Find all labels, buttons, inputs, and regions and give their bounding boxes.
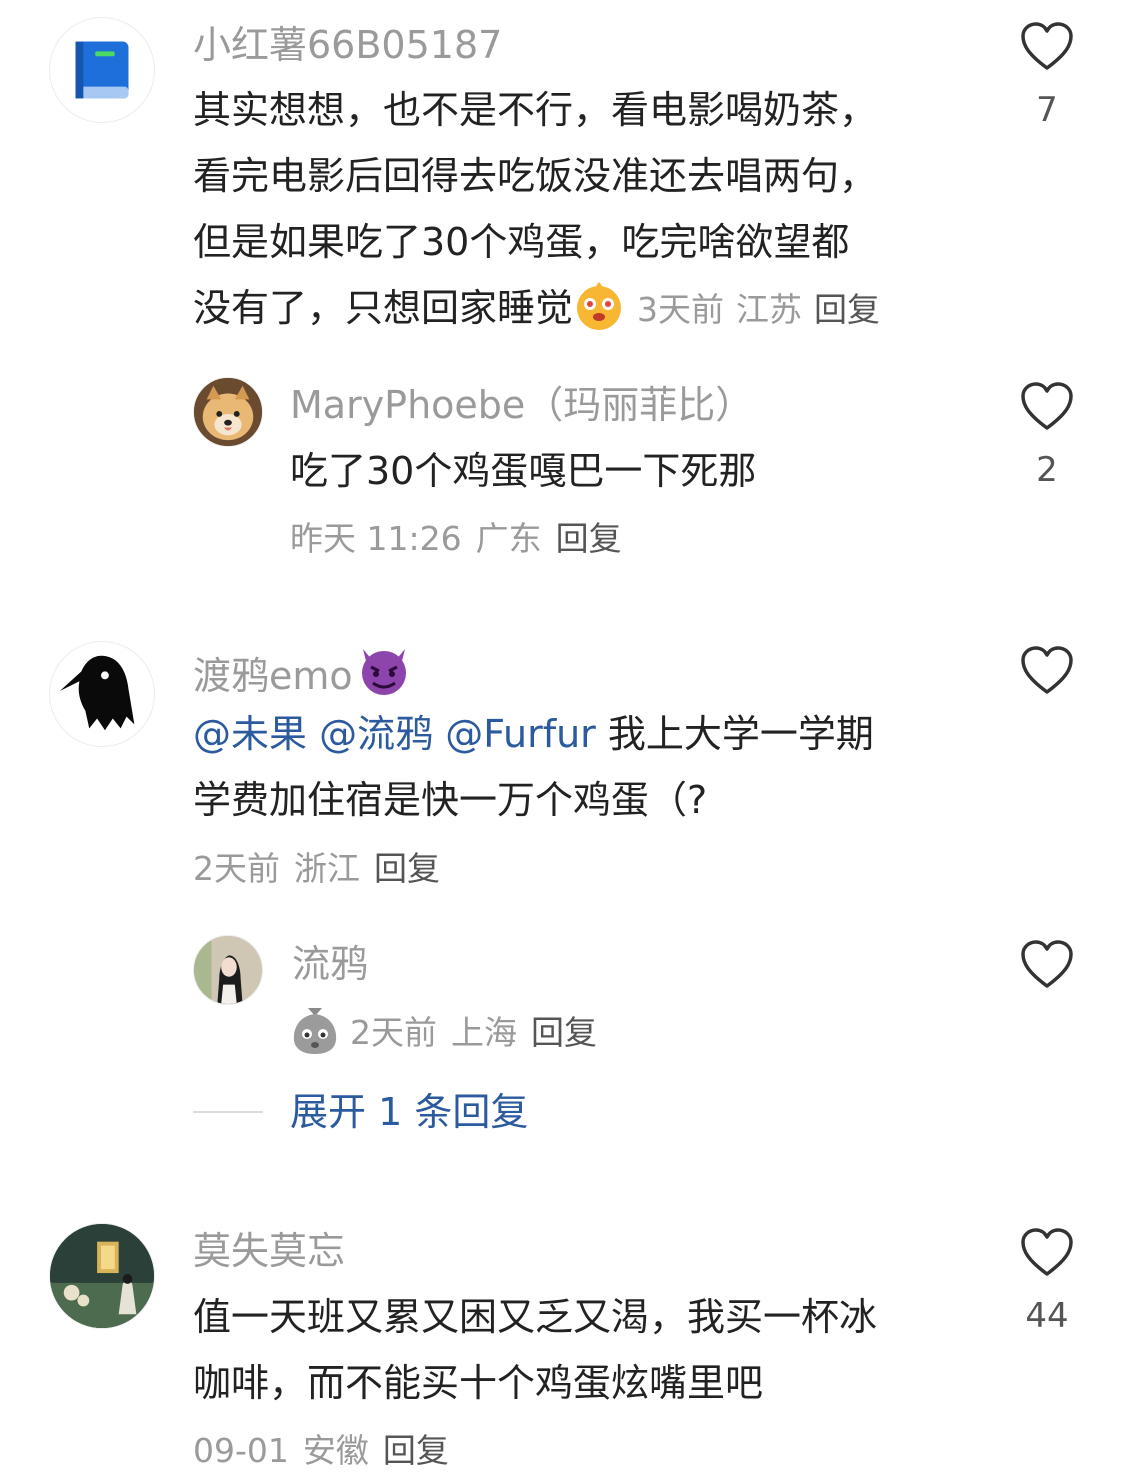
like-button[interactable] (1019, 1228, 1075, 1278)
crying-bag-emoji (290, 1004, 340, 1071)
dog-avatar-icon (194, 378, 262, 446)
comment-meta: 2天前 上海 回复 (290, 1004, 597, 1071)
reply-button[interactable]: 回复 (814, 290, 880, 329)
like-count: 2 (1036, 450, 1058, 490)
username[interactable]: 流鸦 (292, 940, 368, 988)
like-button[interactable] (1019, 940, 1075, 990)
comment-meta: 09-01 安徽 回复 (193, 1431, 449, 1470)
mention-link[interactable]: @未果 (193, 712, 307, 756)
like-count: 7 (1036, 90, 1058, 130)
mention-link[interactable]: @Furfur (445, 712, 596, 756)
book-icon (75, 41, 129, 99)
avatar[interactable] (49, 641, 155, 747)
heart-icon (1021, 1228, 1073, 1276)
like-count: 44 (1025, 1296, 1069, 1336)
comment-text: @未果 @流鸦 @Furfur 我上大学一学期 学费加住宿是快一万个鸡蛋（? (193, 712, 874, 822)
avatar[interactable] (49, 17, 155, 123)
username[interactable]: MaryPhoebe（玛丽菲比） (290, 381, 753, 429)
like-button[interactable] (1019, 646, 1075, 696)
devil-face-emoji (357, 645, 411, 708)
reply-button[interactable]: 回复 (531, 1013, 597, 1052)
expand-replies-button[interactable]: 展开 1 条回复 (290, 1088, 528, 1136)
comment-meta: 昨天 11:26 广东 回复 (290, 519, 622, 558)
heart-icon (1021, 646, 1073, 694)
comment-meta: 3天前 江苏 回复 (637, 290, 881, 329)
heart-icon (1021, 940, 1073, 988)
reply-button[interactable]: 回复 (556, 519, 622, 558)
avatar[interactable] (49, 1223, 155, 1329)
comment-text: 值一天班又累又困又乏又渴，我买一杯冰 咖啡，而不能买十个鸡蛋炫嘴里吧 (193, 1295, 878, 1405)
heart-icon (1021, 382, 1073, 430)
avatar[interactable] (193, 935, 263, 1005)
comment-text: 吃了30个鸡蛋嘎巴一下死那 (290, 449, 757, 493)
avatar[interactable] (193, 377, 263, 447)
dizzy-face-emoji (573, 279, 625, 351)
scenery-avatar-icon (50, 1224, 154, 1328)
heart-icon (1021, 22, 1073, 70)
crow-ghost-icon (59, 655, 135, 731)
reply-button[interactable]: 回复 (383, 1431, 449, 1470)
mention-link[interactable]: @流鸦 (319, 712, 433, 756)
reply-button[interactable]: 回复 (374, 849, 440, 888)
username[interactable]: 小红薯66B05187 (193, 21, 502, 69)
expand-divider (193, 1111, 263, 1113)
comment-meta: 2天前 浙江 回复 (193, 849, 440, 888)
username[interactable]: 渡鸦emo (193, 645, 411, 708)
girl-avatar-icon (194, 936, 262, 1004)
like-button[interactable] (1019, 22, 1075, 72)
username[interactable]: 莫失莫忘 (193, 1227, 345, 1275)
like-button[interactable] (1019, 382, 1075, 432)
comment-text: 其实想想，也不是不行，看电影喝奶茶， 看完电影后回得去吃饭没准还去唱两句， 但是… (193, 77, 880, 351)
